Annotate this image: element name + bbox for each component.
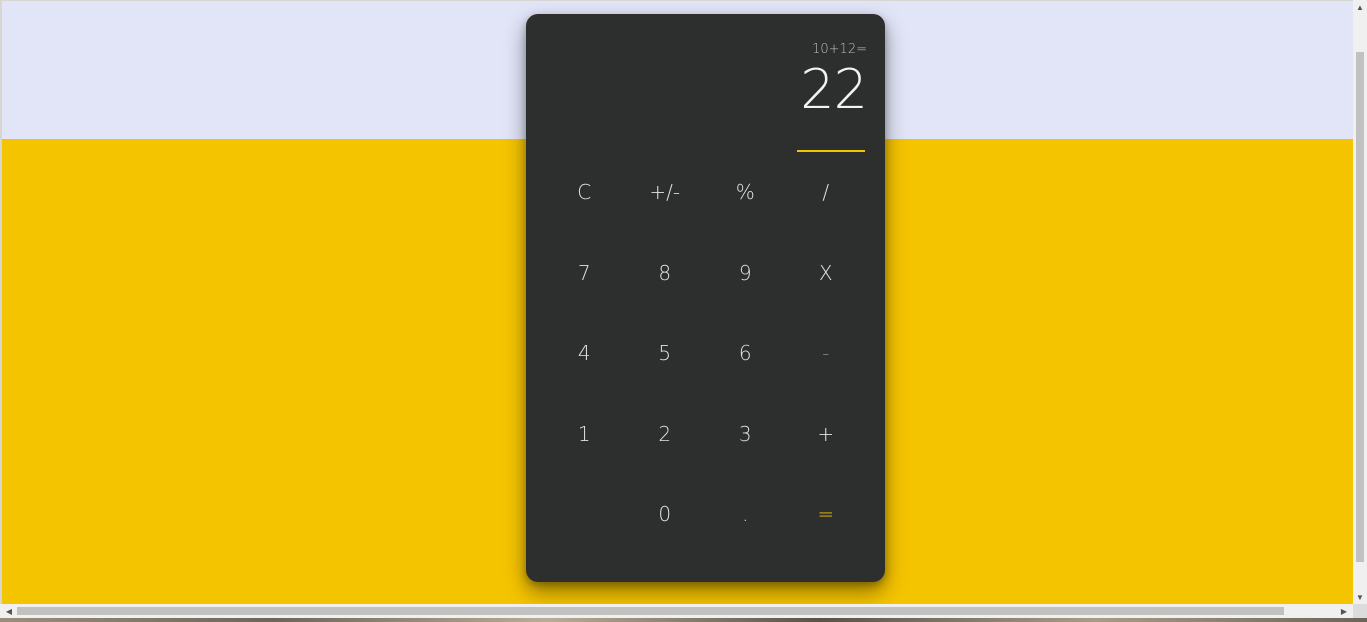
digit-0-button[interactable]: 0 [625, 474, 706, 555]
empty-key-slot [544, 474, 625, 555]
page: 10+12= 22 C +/- % / 7 8 9 X 4 5 6 - 1 2 … [2, 1, 1353, 605]
subtract-button[interactable]: - [786, 313, 867, 394]
browser-viewport: 10+12= 22 C +/- % / 7 8 9 X 4 5 6 - 1 2 … [0, 0, 1367, 622]
percent-button[interactable]: % [705, 152, 786, 233]
equals-button[interactable]: = [786, 474, 867, 555]
add-button[interactable]: + [786, 394, 867, 475]
digit-9-button[interactable]: 9 [705, 233, 786, 314]
triangle-right-icon[interactable]: ▶ [1337, 604, 1351, 618]
desktop-strip [0, 618, 1367, 622]
multiply-button[interactable]: X [786, 233, 867, 314]
clear-button[interactable]: C [544, 152, 625, 233]
digit-4-button[interactable]: 4 [544, 313, 625, 394]
vertical-scroll-thumb[interactable] [1356, 52, 1364, 562]
result-text: 22 [800, 58, 868, 121]
triangle-up-icon[interactable]: ▲ [1353, 0, 1367, 14]
digit-3-button[interactable]: 3 [705, 394, 786, 475]
calculator: 10+12= 22 C +/- % / 7 8 9 X 4 5 6 - 1 2 … [526, 14, 885, 582]
expression-text: 10+12= [812, 42, 867, 57]
horizontal-scrollbar[interactable]: ◀ ▶ [0, 604, 1353, 618]
horizontal-scroll-thumb[interactable] [17, 607, 1284, 615]
calculator-display: 10+12= 22 [800, 40, 868, 121]
triangle-down-icon[interactable]: ▼ [1353, 590, 1367, 604]
scrollbar-corner [1353, 604, 1367, 618]
digit-7-button[interactable]: 7 [544, 233, 625, 314]
triangle-left-icon[interactable]: ◀ [2, 604, 16, 618]
digit-1-button[interactable]: 1 [544, 394, 625, 475]
vertical-scrollbar[interactable]: ▲ ▼ [1353, 0, 1367, 606]
digit-6-button[interactable]: 6 [705, 313, 786, 394]
digit-8-button[interactable]: 8 [625, 233, 706, 314]
digit-5-button[interactable]: 5 [625, 313, 706, 394]
divide-button[interactable]: / [786, 152, 867, 233]
keypad: C +/- % / 7 8 9 X 4 5 6 - 1 2 3 + 0 . = [544, 152, 866, 554]
digit-2-button[interactable]: 2 [625, 394, 706, 475]
decimal-button[interactable]: . [705, 474, 786, 555]
toggle-sign-button[interactable]: +/- [625, 152, 706, 233]
